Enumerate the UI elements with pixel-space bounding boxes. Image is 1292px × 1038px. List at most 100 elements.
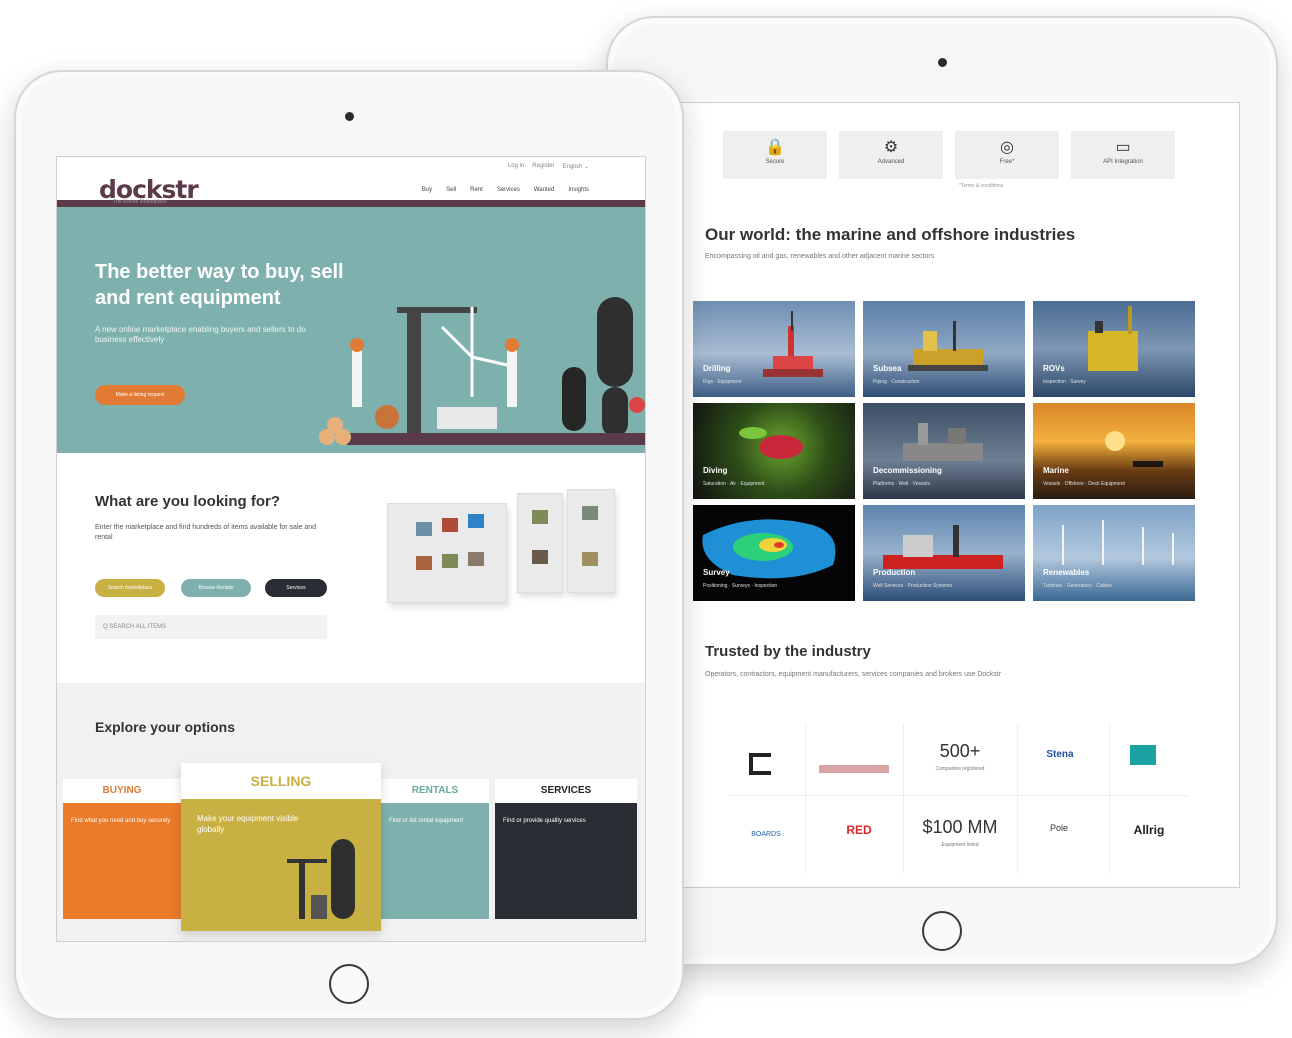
explore-section: Explore your options BUYING Find what yo…: [57, 683, 645, 941]
tile-sub: Platforms · Well · Vessels: [873, 481, 930, 487]
stat-label: Equipment listed: [941, 842, 979, 848]
tile-name: Subsea: [873, 364, 902, 373]
trusted-title: Trusted by the industry: [705, 643, 871, 660]
hero-cta-button[interactable]: Make a listing request: [95, 385, 185, 405]
nav-wanted[interactable]: Wanted: [534, 187, 554, 193]
tile-name: Production: [873, 568, 916, 577]
home-button[interactable]: [329, 964, 369, 1004]
tile-name: Renewables: [1043, 568, 1090, 577]
login-link[interactable]: Log in: [508, 163, 524, 170]
feature-free[interactable]: ◎ Free*: [955, 131, 1059, 179]
tag-icon: ◎: [1000, 139, 1014, 156]
tile-name: Drilling: [703, 364, 731, 373]
tile-sub: Turbines · Generators · Cables: [1043, 583, 1112, 589]
nav-rent[interactable]: Rent: [470, 187, 483, 193]
tile-subsea[interactable]: Subsea Piping · Construction: [863, 301, 1025, 397]
nav-buy[interactable]: Buy: [422, 187, 432, 193]
window-icon: ▭: [1115, 139, 1131, 156]
tablet-right: 🔒 Secure ⚙ Advanced ◎ Free* ▭ API Integr…: [606, 16, 1278, 966]
tile-decommissioning[interactable]: Decommissioning Platforms · Well · Vesse…: [863, 403, 1025, 499]
tile-sub: Rigs · Equipment: [703, 379, 742, 385]
feature-api[interactable]: ▭ API Integration: [1071, 131, 1175, 179]
register-link[interactable]: Register: [532, 163, 554, 170]
search-marketplace-button[interactable]: Search marketplace: [95, 579, 165, 597]
partner-logo-boards: BOARDS: [751, 831, 781, 838]
option-rentals[interactable]: RENTALS Find or list rental equipment: [381, 779, 489, 919]
partner-logo-red-text: [819, 765, 889, 773]
main-nav: Buy Sell Rent Services Wanted Insights: [422, 187, 589, 193]
gear-icon: ⚙: [883, 139, 899, 156]
tile-rovs[interactable]: ROVs Inspection · Survey: [1033, 301, 1195, 397]
feature-label: API Integration: [1103, 159, 1143, 165]
looking-text: Enter the marketplace and find hundreds …: [95, 524, 317, 541]
option-title: SELLING: [181, 763, 381, 799]
stat-companies: 500+ Companies registered: [903, 741, 1017, 772]
hero-subtitle: A new online marketplace enabling buyers…: [95, 325, 306, 344]
option-body: Find what you need and buy securely: [63, 803, 181, 919]
tile-diving[interactable]: Diving Saturation · Air · Equipment: [693, 403, 855, 499]
feature-label: Secure: [765, 159, 785, 165]
feature-row: 🔒 Secure ⚙ Advanced ◎ Free* ▭ API Integr…: [723, 131, 1175, 179]
world-subtitle: Encompassing oil and gas, renewables and…: [705, 253, 935, 260]
option-title: BUYING: [63, 779, 181, 803]
trusted-subtitle: Operators, contractors, equipment manufa…: [705, 671, 1002, 678]
selling-illustration: [287, 839, 355, 919]
option-body: Find or list rental equipment: [381, 803, 489, 919]
search-input[interactable]: Q SEARCH ALL ITEMS: [95, 615, 327, 639]
nav-services[interactable]: Services: [497, 187, 520, 193]
divider: [1017, 723, 1018, 873]
tablet-right-screen: 🔒 Secure ⚙ Advanced ◎ Free* ▭ API Integr…: [678, 102, 1240, 888]
nav-sell[interactable]: Sell: [446, 187, 456, 193]
tile-sub: Well Services · Production Systems: [873, 583, 953, 589]
tile-sub: Positioning · Surveys · Inspection: [703, 583, 778, 589]
tile-sub: Inspection · Survey: [1043, 379, 1086, 385]
option-selling[interactable]: SELLING Make your equipment visible glob…: [181, 763, 381, 931]
hero-banner: The better way to buy, sell and rent equ…: [57, 207, 645, 453]
site-header: dockstr The Marine Marketplace Log in Re…: [57, 157, 645, 207]
option-services[interactable]: SERVICES Find or provide quality service…: [495, 779, 637, 919]
tile-name: ROVs: [1043, 364, 1065, 373]
stat-value: $100 MM: [922, 817, 998, 837]
partner-logo-c: [749, 753, 771, 775]
tile-sub: Vessels · Offshore · Deck Equipment: [1043, 481, 1125, 487]
utility-links: Log in Register English ⌄: [508, 163, 589, 170]
world-title: Our world: the marine and offshore indus…: [705, 225, 1076, 244]
feature-advanced[interactable]: ⚙ Advanced: [839, 131, 943, 179]
option-body: Find or provide quality services: [495, 803, 637, 919]
divider: [805, 723, 806, 873]
feature-label: Free*: [999, 159, 1015, 165]
partner-logo-pole: Pole: [1049, 823, 1068, 833]
tile-renewables[interactable]: Renewables Turbines · Generators · Cable…: [1033, 505, 1195, 601]
partner-logo-red: RED: [846, 823, 872, 837]
logo-tagline: The Marine Marketplace: [113, 199, 167, 205]
stat-label: Companies registered: [935, 766, 985, 772]
nav-insights[interactable]: Insights: [568, 187, 589, 193]
home-button[interactable]: [922, 911, 962, 951]
feature-secure[interactable]: 🔒 Secure: [723, 131, 827, 179]
browse-rentals-button[interactable]: Browse Rentals: [181, 579, 251, 597]
partner-logo-allrig: Allrig: [1133, 823, 1165, 837]
explore-title: Explore your options: [95, 719, 236, 735]
feature-label: Advanced: [877, 159, 905, 165]
language-select[interactable]: English ⌄: [563, 163, 589, 170]
search-section: What are you looking for? Enter the mark…: [57, 453, 645, 683]
tile-name: Marine: [1043, 466, 1069, 475]
feature-note: *Terms & conditions: [959, 183, 1004, 189]
tile-drilling[interactable]: Drilling Rigs · Equipment: [693, 301, 855, 397]
tile-production[interactable]: Production Well Services · Production Sy…: [863, 505, 1025, 601]
option-buying[interactable]: BUYING Find what you need and buy secure…: [63, 779, 181, 919]
tile-marine[interactable]: Marine Vessels · Offshore · Deck Equipme…: [1033, 403, 1195, 499]
catalog-page: [387, 503, 507, 603]
industrial-illustration: [319, 297, 645, 445]
tile-survey[interactable]: Survey Positioning · Surveys · Inspectio…: [693, 505, 855, 601]
industry-grid: Drilling Rigs · Equipment Subsea Piping …: [693, 301, 1195, 601]
option-text: Find or list rental equipment: [389, 818, 464, 824]
tile-name: Decommissioning: [873, 466, 942, 475]
partner-logo-stena: Stena: [1046, 749, 1074, 760]
lock-icon: 🔒: [765, 139, 785, 156]
partner-logo-teal: [1123, 745, 1163, 775]
option-text: Find what you need and buy securely: [71, 818, 171, 824]
services-button[interactable]: Services: [265, 579, 327, 597]
divider: [729, 795, 1189, 796]
tablet-left-screen: dockstr The Marine Marketplace Log in Re…: [56, 156, 646, 942]
